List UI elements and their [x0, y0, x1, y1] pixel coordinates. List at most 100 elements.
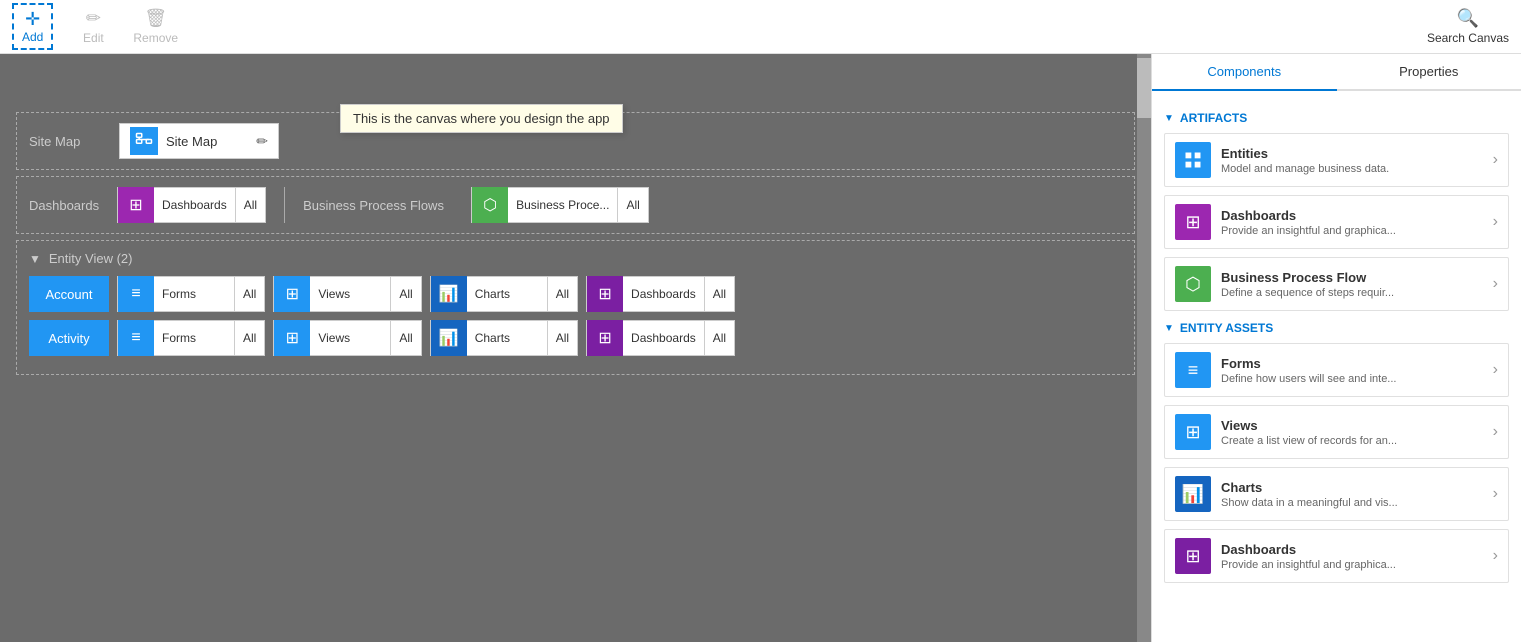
- forms-card-text: Forms Define how users will see and inte…: [1221, 356, 1493, 385]
- activity-forms-icon-bg: ≡: [118, 320, 154, 356]
- activity-entity-row: Activity ≡ Forms All ⊞ Views All: [29, 320, 1122, 356]
- dashboards-artifacts-card-desc: Provide an insightful and graphica...: [1221, 225, 1493, 237]
- dashboards2-card[interactable]: ⊞ Dashboards Provide an insightful and g…: [1164, 529, 1509, 583]
- tab-properties[interactable]: Properties: [1337, 54, 1521, 91]
- dashboards2-icon-symbol: ⊞: [1185, 546, 1200, 567]
- forms-chevron-icon: ›: [1493, 361, 1498, 379]
- views-icon: ⊞: [286, 284, 299, 304]
- activity-dashboards-all[interactable]: All: [704, 321, 734, 355]
- activity-charts-box[interactable]: 📊 Charts All: [430, 320, 578, 356]
- activity-entity-button[interactable]: Activity: [29, 320, 109, 356]
- bpf-icon-bg: ⬡: [472, 187, 508, 223]
- activity-views-all[interactable]: All: [390, 321, 420, 355]
- charts-card-title: Charts: [1221, 480, 1493, 495]
- account-forms-box[interactable]: ≡ Forms All: [117, 276, 265, 312]
- charts-card-text: Charts Show data in a meaningful and vis…: [1221, 480, 1493, 509]
- dashboards2-chevron-icon: ›: [1493, 547, 1498, 565]
- main-layout: This is the canvas where you design the …: [0, 54, 1521, 642]
- charts-card-icon: 📊: [1175, 476, 1211, 512]
- bpf-comp-name: Business Proce...: [508, 198, 617, 212]
- activity-dash-icon: ⊞: [598, 328, 611, 348]
- activity-charts-all[interactable]: All: [547, 321, 577, 355]
- entity-assets-collapse-icon[interactable]: ▼: [1164, 323, 1174, 334]
- remove-icon: 🗑: [144, 8, 167, 29]
- add-icon: ✛: [25, 9, 40, 30]
- forms-icon: ≡: [131, 285, 140, 303]
- dashboards2-card-text: Dashboards Provide an insightful and gra…: [1221, 542, 1493, 571]
- dashboards-artifacts-chevron-icon: ›: [1493, 213, 1498, 231]
- forms-card-title: Forms: [1221, 356, 1493, 371]
- account-views-all[interactable]: All: [390, 277, 420, 311]
- search-canvas-button[interactable]: 🔍 Search Canvas: [1427, 8, 1509, 45]
- dash-icon: ⊞: [598, 284, 611, 304]
- charts-icon-symbol: 📊: [1182, 484, 1204, 505]
- dashboards2-card-icon: ⊞: [1175, 538, 1211, 574]
- entities-card-title: Entities: [1221, 146, 1493, 161]
- views-card-title: Views: [1221, 418, 1493, 433]
- account-dashboards-all[interactable]: All: [704, 277, 734, 311]
- bpf-card-icon: ⬡: [1175, 266, 1211, 302]
- views-card-text: Views Create a list view of records for …: [1221, 418, 1493, 447]
- views-icon-bg: ⊞: [274, 276, 310, 312]
- right-panel: Components Properties ▼ ARTIFACTS Entiti…: [1151, 54, 1521, 642]
- charts-icon-bg: 📊: [431, 276, 467, 312]
- remove-button[interactable]: 🗑 Remove: [133, 8, 178, 45]
- dashboards-artifacts-card-text: Dashboards Provide an insightful and gra…: [1221, 208, 1493, 237]
- sitemap-edit-icon[interactable]: ✏: [256, 133, 268, 150]
- bpf-card-title: Business Process Flow: [1221, 270, 1493, 285]
- activity-charts-icon-bg: 📊: [431, 320, 467, 356]
- charts-card[interactable]: 📊 Charts Show data in a meaningful and v…: [1164, 467, 1509, 521]
- activity-forms-box[interactable]: ≡ Forms All: [117, 320, 265, 356]
- sitemap-name: Site Map: [166, 134, 248, 149]
- activity-forms-icon: ≡: [131, 329, 140, 347]
- activity-views-icon: ⊞: [286, 328, 299, 348]
- bpf-component-box[interactable]: ⬡ Business Proce... All: [471, 187, 649, 223]
- add-button[interactable]: ✛ Add: [12, 3, 53, 50]
- account-charts-box[interactable]: 📊 Charts All: [430, 276, 578, 312]
- search-icon: 🔍: [1457, 8, 1479, 29]
- account-charts-all[interactable]: All: [547, 277, 577, 311]
- activity-forms-all[interactable]: All: [234, 321, 264, 355]
- views-card[interactable]: ⊞ Views Create a list view of records fo…: [1164, 405, 1509, 459]
- dashboards-artifacts-card[interactable]: ⊞ Dashboards Provide an insightful and g…: [1164, 195, 1509, 249]
- divider: [284, 187, 285, 223]
- canvas-area: This is the canvas where you design the …: [0, 54, 1151, 642]
- activity-dashboards-box[interactable]: ⊞ Dashboards All: [586, 320, 735, 356]
- dashboards-component-box[interactable]: ⊞ Dashboards All: [117, 187, 266, 223]
- charts-card-desc: Show data in a meaningful and vis...: [1221, 497, 1493, 509]
- account-dashboards-box[interactable]: ⊞ Dashboards All: [586, 276, 735, 312]
- bpf-all-btn[interactable]: All: [617, 188, 647, 222]
- account-forms-name: Forms: [154, 287, 234, 301]
- collapse-arrow[interactable]: ▼: [29, 252, 41, 266]
- account-forms-all[interactable]: All: [234, 277, 264, 311]
- bpf-card-icon-symbol: ⬡: [1185, 274, 1201, 295]
- views-chevron-icon: ›: [1493, 423, 1498, 441]
- dashboards-artifacts-card-icon: ⊞: [1175, 204, 1211, 240]
- dashboards-all-btn[interactable]: All: [235, 188, 265, 222]
- forms-card[interactable]: ≡ Forms Define how users will see and in…: [1164, 343, 1509, 397]
- scroll-thumb[interactable]: [1137, 58, 1151, 118]
- account-entity-button[interactable]: Account: [29, 276, 109, 312]
- entity-view-section: ▼ Entity View (2) Account ≡ Forms All: [16, 240, 1135, 375]
- dash-icon-bg: ⊞: [587, 276, 623, 312]
- views-card-desc: Create a list view of records for an...: [1221, 435, 1493, 447]
- tab-components[interactable]: Components: [1152, 54, 1337, 91]
- artifacts-section-header: ▼ ARTIFACTS: [1164, 111, 1509, 125]
- activity-dash-icon-bg: ⊞: [587, 320, 623, 356]
- charts-icon: 📊: [439, 284, 459, 304]
- entity-view-title: Entity View (2): [49, 251, 133, 266]
- entities-card-icon: [1175, 142, 1211, 178]
- account-entity-row: Account ≡ Forms All ⊞ Views All: [29, 276, 1122, 312]
- entities-card[interactable]: Entities Model and manage business data.…: [1164, 133, 1509, 187]
- bpf-label: Business Process Flows: [303, 198, 463, 213]
- scroll-track[interactable]: [1137, 54, 1151, 642]
- edit-button[interactable]: ✏ Edit: [73, 8, 113, 45]
- activity-views-box[interactable]: ⊞ Views All: [273, 320, 421, 356]
- bpf-card[interactable]: ⬡ Business Process Flow Define a sequenc…: [1164, 257, 1509, 311]
- artifacts-collapse-icon[interactable]: ▼: [1164, 113, 1174, 124]
- canvas-scroll[interactable]: This is the canvas where you design the …: [0, 54, 1151, 642]
- activity-views-name: Views: [310, 331, 390, 345]
- account-views-box[interactable]: ⊞ Views All: [273, 276, 421, 312]
- sitemap-box[interactable]: Site Map ✏: [119, 123, 279, 159]
- entity-view-header: ▼ Entity View (2): [29, 251, 1122, 266]
